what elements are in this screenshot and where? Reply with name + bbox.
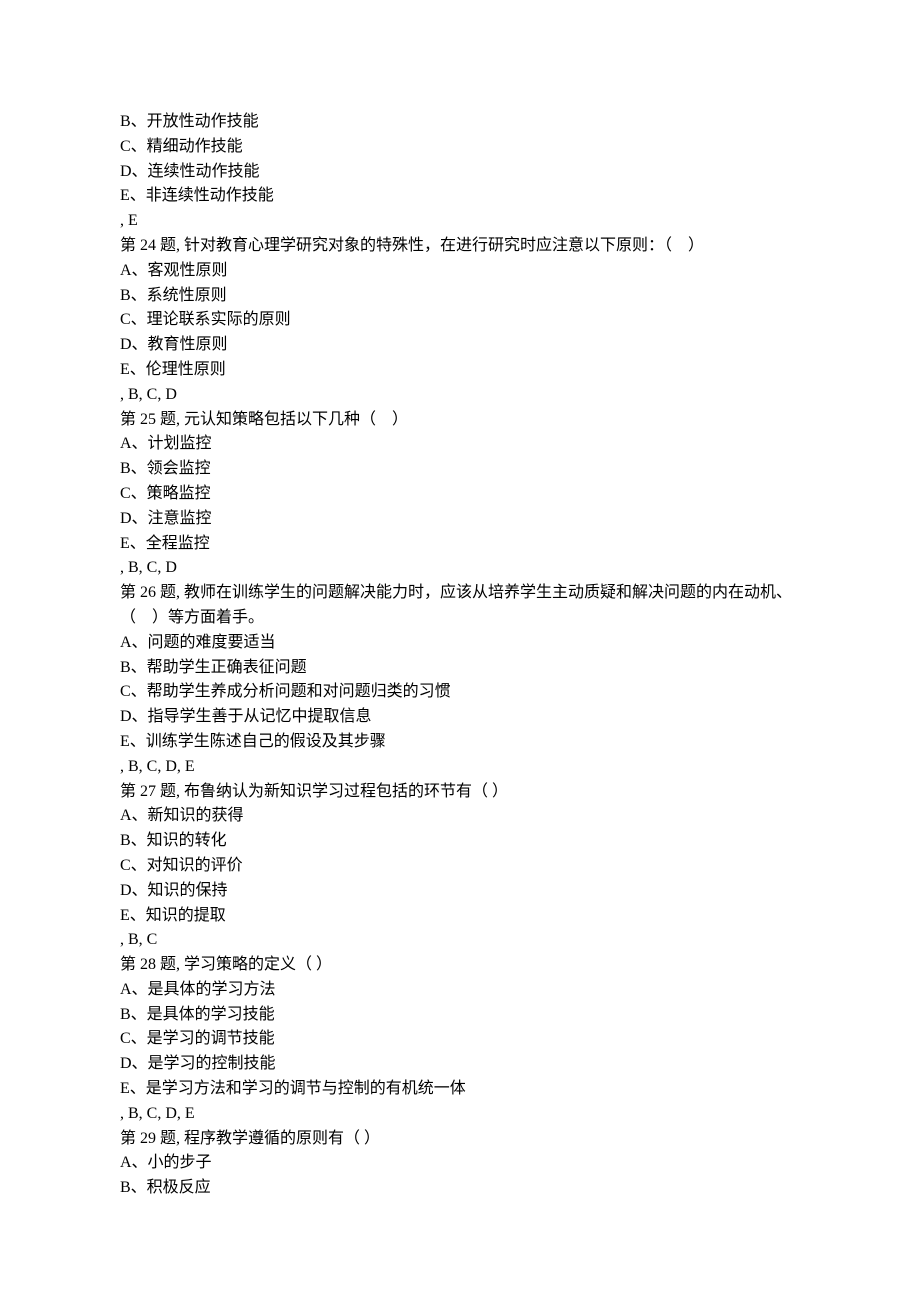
question-text: 第 25 题, 元认知策略包括以下几种（ ） — [120, 408, 800, 433]
option-text: B、积极反应 — [120, 1176, 800, 1201]
answer-text: , B, C, D, E — [120, 755, 800, 780]
option-text: A、新知识的获得 — [120, 804, 800, 829]
option-text: E、非连续性动作技能 — [120, 184, 800, 209]
option-text: D、指导学生善于从记忆中提取信息 — [120, 705, 800, 730]
option-text: C、对知识的评价 — [120, 854, 800, 879]
question-text: 第 28 题, 学习策略的定义（ ） — [120, 953, 800, 978]
answer-text: , B, C, D, E — [120, 1102, 800, 1127]
option-text: D、知识的保持 — [120, 879, 800, 904]
option-text: D、注意监控 — [120, 507, 800, 532]
option-text: A、问题的难度要适当 — [120, 631, 800, 656]
question-text: 第 24 题, 针对教育心理学研究对象的特殊性，在进行研究时应注意以下原则：（ … — [120, 234, 800, 259]
option-text: A、小的步子 — [120, 1151, 800, 1176]
option-text: E、知识的提取 — [120, 904, 800, 929]
option-text: B、知识的转化 — [120, 829, 800, 854]
option-text: C、理论联系实际的原则 — [120, 308, 800, 333]
option-text: A、是具体的学习方法 — [120, 978, 800, 1003]
option-text: D、连续性动作技能 — [120, 160, 800, 185]
option-text: B、系统性原则 — [120, 284, 800, 309]
option-text: C、是学习的调节技能 — [120, 1027, 800, 1052]
option-text: C、精细动作技能 — [120, 135, 800, 160]
option-text: D、教育性原则 — [120, 333, 800, 358]
answer-text: , E — [120, 209, 800, 234]
option-text: E、训练学生陈述自己的假设及其步骤 — [120, 730, 800, 755]
option-text: C、帮助学生养成分析问题和对问题归类的习惯 — [120, 680, 800, 705]
option-text: B、帮助学生正确表征问题 — [120, 656, 800, 681]
option-text: D、是学习的控制技能 — [120, 1052, 800, 1077]
option-text: B、是具体的学习技能 — [120, 1003, 800, 1028]
answer-text: , B, C, D — [120, 556, 800, 581]
answer-text: , B, C, D — [120, 383, 800, 408]
option-text: C、策略监控 — [120, 482, 800, 507]
option-text: E、是学习方法和学习的调节与控制的有机统一体 — [120, 1077, 800, 1102]
question-text: 第 29 题, 程序教学遵循的原则有（ ） — [120, 1127, 800, 1152]
question-text: 第 27 题, 布鲁纳认为新知识学习过程包括的环节有（ ） — [120, 780, 800, 805]
answer-text: , B, C — [120, 928, 800, 953]
document-page: B、开放性动作技能 C、精细动作技能 D、连续性动作技能 E、非连续性动作技能 … — [0, 0, 920, 1302]
option-text: E、全程监控 — [120, 532, 800, 557]
option-text: A、客观性原则 — [120, 259, 800, 284]
option-text: E、伦理性原则 — [120, 358, 800, 383]
option-text: B、领会监控 — [120, 457, 800, 482]
option-text: B、开放性动作技能 — [120, 110, 800, 135]
question-text: 第 26 题, 教师在训练学生的问题解决能力时，应该从培养学生主动质疑和解决问题… — [120, 581, 800, 631]
option-text: A、计划监控 — [120, 432, 800, 457]
